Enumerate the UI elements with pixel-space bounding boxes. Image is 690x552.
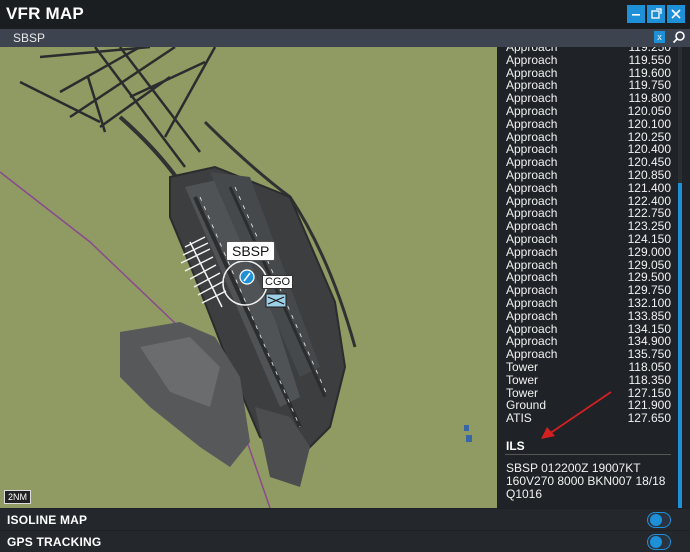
frequency-row[interactable]: Approach 119.550 (506, 52, 676, 67)
isoline-map-toggle[interactable] (647, 512, 671, 528)
vor-navaid-icon[interactable] (265, 293, 287, 308)
window-title: VFR MAP (6, 4, 84, 23)
toggle-knob (650, 536, 662, 548)
frequency-value: 118.050 (628, 359, 672, 374)
road-grid (19, 47, 217, 168)
frequency-row[interactable]: Approach 121.400 (506, 180, 676, 195)
frequency-name: Approach (506, 244, 558, 259)
gps-tracking-label: GPS TRACKING (7, 535, 102, 549)
airport-complex (120, 165, 347, 487)
frequency-name: Tower (506, 372, 539, 387)
gps-tracking-toggle[interactable] (647, 534, 671, 550)
isoline-map-label: ISOLINE MAP (7, 513, 88, 527)
frequency-value: 132.100 (627, 295, 671, 310)
divider (505, 454, 671, 455)
close-button[interactable] (667, 5, 685, 23)
gps-tracking-row: GPS TRACKING (0, 531, 690, 552)
metar-line: Q1016 (506, 487, 543, 501)
frequency-name: Approach (506, 103, 558, 118)
frequency-name: Approach (506, 167, 558, 182)
frequency-list: Approach 119.250 Approach 119.550 Approach 11… (506, 47, 676, 425)
frequency-value: 120.100 (627, 116, 671, 131)
frequency-value: 127.650 (627, 411, 671, 426)
airport-label[interactable]: SBSP (226, 241, 276, 261)
scrollbar-thumb[interactable] (678, 183, 682, 508)
annotation-arrow-icon (541, 391, 612, 439)
frequency-value: 133.850 (627, 308, 671, 323)
restore-icon (651, 8, 662, 19)
frequency-name: Tower (506, 359, 539, 374)
map-scale: 2NM (4, 490, 32, 504)
frequency-value: 120.050 (627, 103, 671, 118)
frequency-value: 119.550 (628, 52, 672, 67)
frequency-name: Approach (506, 347, 558, 362)
search-input[interactable]: SBSP (13, 31, 45, 45)
map-view[interactable]: SBSP CGO (0, 47, 497, 508)
toggle-knob (650, 514, 662, 526)
minimize-icon (632, 14, 640, 16)
frequency-name: Approach (506, 52, 558, 67)
close-icon (671, 9, 681, 19)
frequency-row[interactable]: Approach 133.850 (506, 308, 676, 323)
frequency-value: 129.000 (627, 244, 671, 259)
frequency-name: Approach (506, 308, 558, 323)
frequency-row[interactable]: Approach 132.100 (506, 297, 676, 310)
isoline-map-row: ISOLINE MAP (0, 509, 690, 530)
frequency-value: 118.350 (628, 372, 672, 387)
ils-heading: ILS (506, 439, 525, 453)
frequency-row[interactable]: Approach 120.850 (506, 169, 676, 182)
frequency-row[interactable]: Tower 118.050 (506, 361, 676, 374)
frequency-row[interactable]: Approach 120.050 (506, 105, 676, 118)
frequency-name: Approach (506, 231, 558, 246)
frequency-value: 121.400 (627, 180, 671, 195)
frequency-value: 120.850 (627, 167, 671, 182)
frequency-name: Approach (506, 295, 558, 310)
metar-text: SBSP 012200Z 19007KT 160V270 8000 BKN007… (506, 462, 676, 501)
frequency-row[interactable]: Approach 129.000 (506, 244, 676, 259)
frequency-name: Approach (506, 180, 558, 195)
frequency-name: ATIS (506, 411, 532, 426)
minimize-button[interactable] (627, 5, 645, 23)
restore-button[interactable] (647, 5, 665, 23)
map-canvas[interactable] (0, 47, 497, 508)
airport-marker-icon[interactable] (239, 269, 255, 285)
search-bar[interactable]: SBSP (0, 29, 690, 47)
frequency-value: 135.750 (627, 347, 671, 362)
clear-search-button[interactable]: x (654, 31, 665, 43)
frequency-name: Approach (506, 116, 558, 131)
frequency-row[interactable]: Approach 135.750 (506, 348, 676, 361)
search-icon[interactable] (672, 30, 686, 44)
frequency-row[interactable]: Approach 120.100 (506, 116, 676, 131)
frequency-value: 124.150 (627, 231, 671, 246)
navaid-label[interactable]: CGO (262, 275, 294, 289)
title-bar[interactable]: VFR MAP (0, 0, 690, 29)
frequency-row[interactable]: Tower 118.350 (506, 372, 676, 387)
frequency-row[interactable]: Approach 124.150 (506, 233, 676, 246)
